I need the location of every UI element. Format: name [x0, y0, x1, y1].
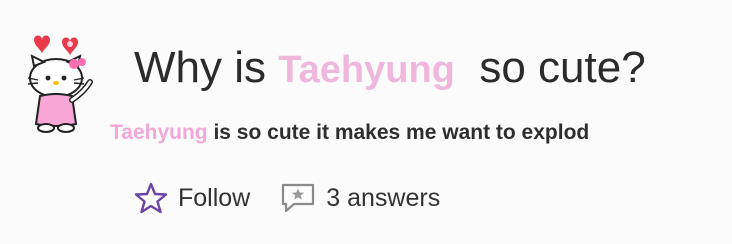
star-outline-icon: [134, 182, 168, 214]
question-name: Taehyung: [278, 49, 455, 91]
answer-name: Taehyung: [110, 121, 208, 144]
answer-text: is so cute it makes me want to explod: [207, 121, 590, 144]
question-prefix: Why is: [134, 43, 279, 92]
answers-count-label: 3 answers: [326, 183, 441, 212]
question-actions: Follow 3 answers: [134, 176, 440, 220]
comment-star-icon: [282, 183, 315, 213]
answers-count-button[interactable]: 3 answers: [280, 182, 440, 214]
question-suffix: so cute?: [479, 43, 646, 92]
follow-label: Follow: [178, 183, 251, 212]
question-title[interactable]: Why is Taehyung so cute?: [134, 40, 646, 98]
hello-kitty-mascot-icon: [27, 35, 93, 133]
answer-preview[interactable]: Taehyung is so cute it makes me want to …: [110, 118, 710, 148]
question-card: Why is Taehyung so cute? Taehyung is so …: [0, 0, 732, 244]
follow-button[interactable]: Follow: [134, 181, 250, 215]
